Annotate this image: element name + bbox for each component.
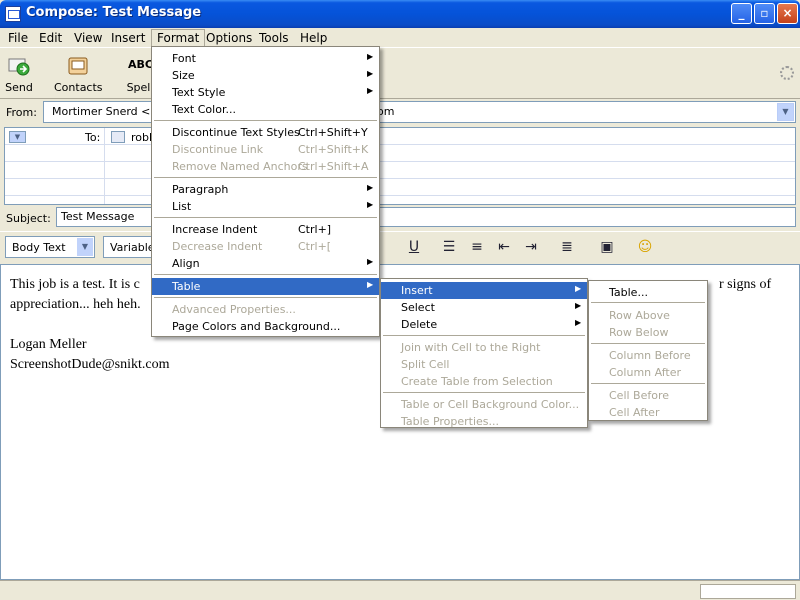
format-menu-text-style[interactable]: Text Style ▶ [152,84,379,101]
insert-menu-row-above[interactable]: Row Above [589,307,707,324]
insert-menu-table[interactable]: Table... [589,284,707,301]
outdent-icon[interactable]: ⇤ [494,237,514,257]
menu-tools[interactable]: Tools [253,29,295,47]
insert-menu-row-below[interactable]: Row Below [589,324,707,341]
status-bar [0,580,800,600]
menu-edit[interactable]: Edit [33,29,68,47]
contacts-button[interactable]: Contacts [54,54,103,94]
insert-image-icon[interactable]: ▣ [597,237,617,257]
body-line-1: This job is a test. It is c [10,277,140,292]
insert-menu-column-after[interactable]: Column After [589,364,707,381]
subject-label: Subject: [6,212,51,225]
paragraph-style-select[interactable]: Body Text ▼ [5,236,95,258]
format-menu: Font ▶ Size ▶ Text Style ▶ Text Color... Di… [151,46,380,337]
table-menu-background-color[interactable]: Table or Cell Background Color... [381,396,587,413]
table-submenu: Insert ▶ Select ▶ Delete ▶ Join with Cell t… [380,278,588,428]
bulleted-list-icon[interactable]: ☰ [439,237,459,257]
send-icon [8,58,30,76]
menu-options[interactable]: Options [200,29,258,47]
main-toolbar: Send Contacts ABC Spell [0,47,800,99]
font-value: Variable [110,241,155,254]
recipient-row[interactable] [5,162,795,179]
format-menu-table[interactable]: Table ▶ [152,278,379,295]
minimize-button[interactable]: _ [731,3,752,24]
indent-icon[interactable]: ⇥ [521,237,541,257]
recipient-row[interactable] [5,145,795,162]
format-menu-text-color[interactable]: Text Color... [152,101,379,118]
insert-menu-cell-before[interactable]: Cell Before [589,387,707,404]
table-menu-join-cells[interactable]: Join with Cell to the Right [381,339,587,356]
format-menu-decrease-indent[interactable]: Decrease Indent Ctrl+[ [152,238,379,255]
format-menu-paragraph[interactable]: Paragraph ▶ [152,181,379,198]
table-menu-delete[interactable]: Delete ▶ [381,316,587,333]
to-label: To: [85,131,101,144]
insert-menu-column-before[interactable]: Column Before [589,347,707,364]
send-button[interactable]: Send [4,54,34,94]
format-menu-discontinue-link[interactable]: Discontinue Link Ctrl+Shift+K [152,141,379,158]
table-menu-select[interactable]: Select ▶ [381,299,587,316]
chevron-down-icon[interactable]: ▼ [777,103,794,121]
spell-check-icon: ABC [128,58,153,71]
underline-button[interactable]: U [404,237,424,257]
activity-throbber-icon [780,66,794,80]
format-menu-size[interactable]: Size ▶ [152,67,379,84]
smiley-icon[interactable]: ☺ [635,237,655,257]
menu-view[interactable]: View [68,29,108,47]
close-button[interactable]: × [777,3,798,24]
insert-menu-cell-after[interactable]: Cell After [589,404,707,421]
format-menu-font[interactable]: Font ▶ [152,50,379,67]
menu-file[interactable]: File [2,29,34,47]
send-label: Send [5,81,33,94]
format-toolbar: Body Text ▼ Variable U ☰ ≡ ⇤ ⇥ ≣ ▣ ☺ [0,231,800,263]
align-icon[interactable]: ≣ [557,237,577,257]
spell-label: Spell [126,81,154,94]
compose-app-icon [5,6,21,22]
format-menu-page-colors[interactable]: Page Colors and Background... [152,318,379,335]
format-menu-remove-named-anchors[interactable]: Remove Named Anchors Ctrl+Shift+A [152,158,379,175]
format-menu-discontinue-text-styles[interactable]: Discontinue Text Styles Ctrl+Shift+Y [152,124,379,141]
format-menu-align[interactable]: Align ▶ [152,255,379,272]
table-menu-create-from-selection[interactable]: Create Table from Selection [381,373,587,390]
title-bar: Compose: Test Message _ ▫ × [0,0,800,28]
menu-help[interactable]: Help [294,29,333,47]
recipient-type-dropdown[interactable]: ▼ [9,131,26,143]
format-menu-list[interactable]: List ▶ [152,198,379,215]
format-menu-increase-indent[interactable]: Increase Indent Ctrl+] [152,221,379,238]
menu-bar: File Edit View Insert Format Options Too… [0,28,800,47]
maximize-button[interactable]: ▫ [754,3,775,24]
format-menu-advanced-properties[interactable]: Advanced Properties... [152,301,379,318]
paragraph-style-value: Body Text [12,241,66,254]
from-value: Mortimer Snerd <us [52,105,164,118]
table-menu-split-cell[interactable]: Split Cell [381,356,587,373]
contacts-label: Contacts [54,81,103,94]
chevron-down-icon: ▼ [77,238,93,256]
insert-submenu: Table... Row Above Row Below Column Befo… [588,280,708,421]
body-line-1-tail: r signs of [719,277,772,292]
numbered-list-icon[interactable]: ≡ [467,237,487,257]
contact-card-icon [111,131,125,143]
menu-format[interactable]: Format [151,29,206,47]
table-menu-properties[interactable]: Table Properties... [381,413,587,430]
recipient-list: ▼ To: robb [4,127,796,205]
recipient-row[interactable] [5,179,795,196]
window-title: Compose: Test Message [26,5,202,20]
address-book-icon [68,57,88,75]
table-menu-insert[interactable]: Insert ▶ [381,282,587,299]
status-panel [700,584,796,599]
from-label: From: [6,106,37,119]
menu-insert[interactable]: Insert [105,29,151,47]
